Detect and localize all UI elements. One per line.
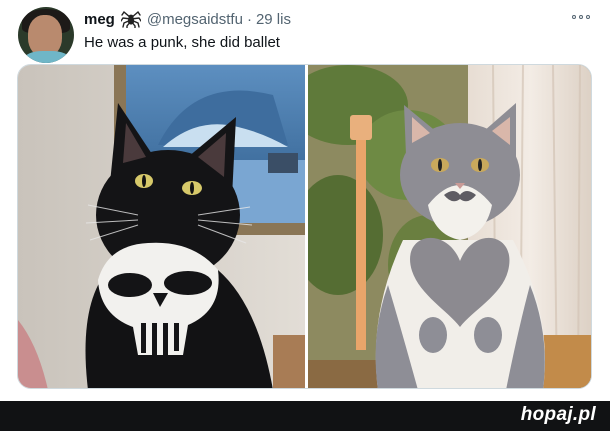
avatar[interactable]	[18, 7, 74, 63]
photo-left[interactable]	[18, 65, 305, 388]
brand-tld: .pl	[572, 404, 596, 425]
separator-dot: ·	[246, 10, 252, 28]
timestamp[interactable]: 29 lis	[256, 11, 291, 28]
tweet-text: He was a punk, she did ballet	[84, 34, 280, 51]
brand-watermark[interactable]: hopaj.pl	[521, 404, 596, 426]
tweet-header: meg @megsaidstfu · 29 lis	[84, 9, 291, 29]
user-handle[interactable]: @megsaidstfu	[147, 11, 243, 28]
black-and-white-cat-icon	[18, 65, 305, 388]
tweet-media[interactable]	[17, 64, 592, 389]
tweet-screenshot: meg @megsaidstfu · 29 lis He was a punk,…	[0, 0, 610, 431]
photo-right[interactable]	[308, 65, 591, 388]
watermark-bar: hopaj.pl	[0, 401, 610, 431]
spider-icon	[120, 10, 142, 29]
grey-and-white-cat-icon	[308, 65, 591, 388]
more-horizontal-icon[interactable]	[569, 12, 593, 22]
display-name[interactable]: meg	[84, 11, 115, 28]
brand-name: hopaj	[520, 404, 573, 425]
